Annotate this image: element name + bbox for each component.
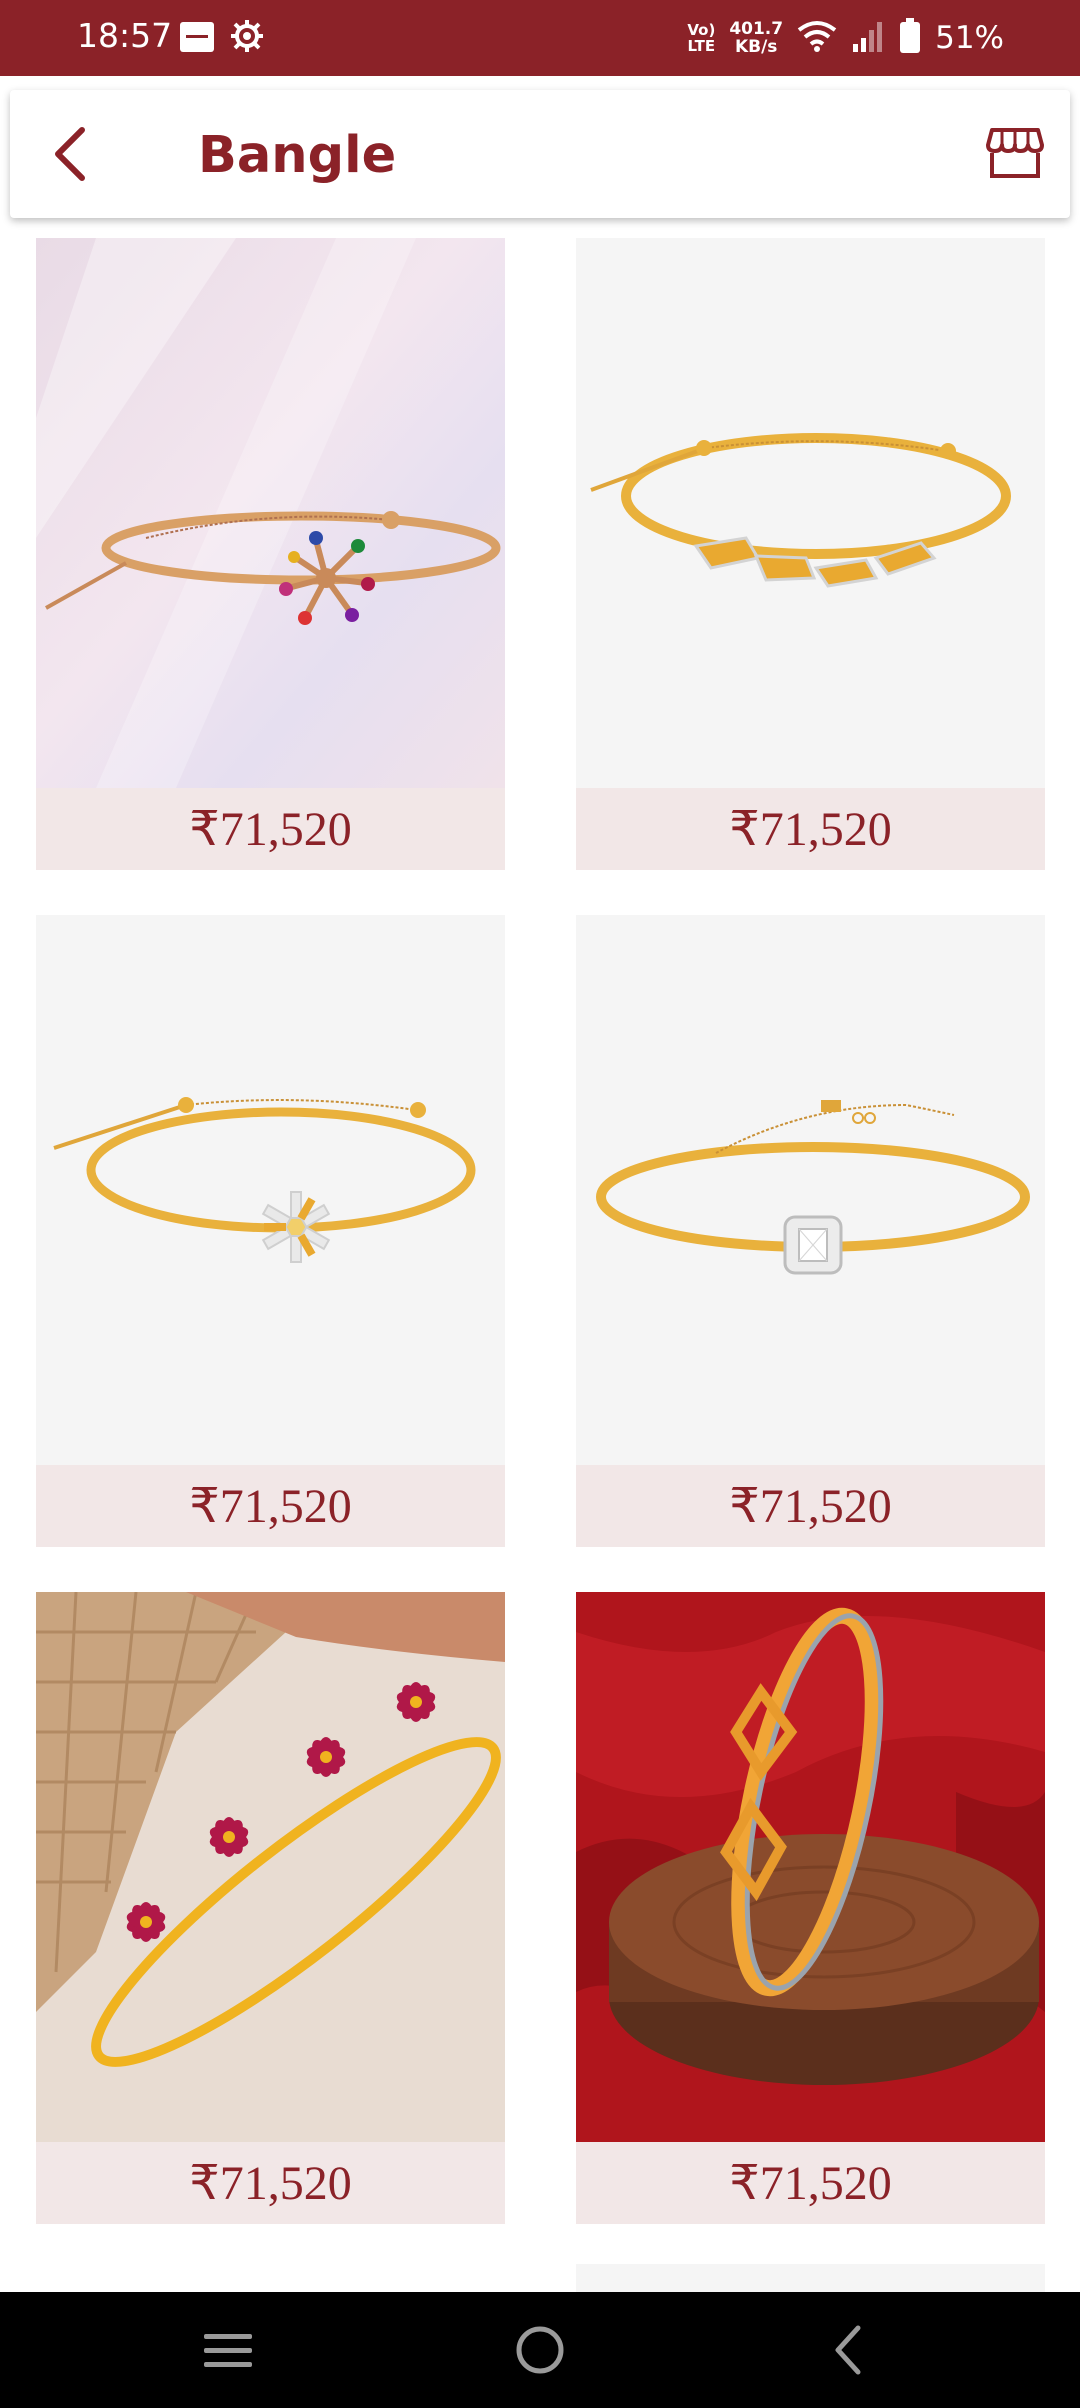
product-price: ₹71,520 [576, 1465, 1045, 1547]
product-card[interactable]: ₹71,520 [36, 915, 505, 1547]
system-nav-bar [0, 2292, 1080, 2408]
back-button[interactable] [40, 124, 100, 184]
product-image [576, 915, 1045, 1465]
product-card[interactable]: ₹71,520 [576, 238, 1045, 870]
product-card[interactable]: ₹71,520 [576, 1592, 1045, 2224]
product-price: ₹71,520 [576, 788, 1045, 870]
product-image [576, 238, 1045, 788]
network-speed-value: 401.7 [729, 19, 784, 39]
volte-bottom-label: LTE [687, 37, 716, 55]
wifi-icon [797, 20, 837, 57]
back-nav-button[interactable] [816, 2320, 880, 2380]
status-icons: Vo) LTE 401.7 KB/s 51% [687, 16, 1004, 60]
product-image [36, 1592, 505, 2142]
store-icon [986, 128, 1044, 178]
product-card[interactable]: ₹71,520 [36, 238, 505, 870]
app-bar: Bangle [10, 90, 1070, 218]
product-image [36, 915, 505, 1465]
product-image [576, 1592, 1045, 2142]
home-button[interactable] [508, 2320, 572, 2380]
volte-top-label: Vo) [687, 21, 716, 39]
product-image [36, 238, 505, 788]
menu-icon [204, 2334, 252, 2367]
product-price: ₹71,520 [36, 2142, 505, 2224]
product-price: ₹71,520 [36, 1465, 505, 1547]
store-button[interactable] [982, 120, 1048, 186]
battery-percentage: 51% [935, 20, 1004, 56]
product-price: ₹71,520 [576, 2142, 1045, 2224]
network-speed-unit: KB/s [734, 37, 778, 57]
product-card[interactable]: ₹71,520 [576, 915, 1045, 1547]
status-bar: 18:57 Vo) LTE 401.7 KB/s 51% [0, 0, 1080, 76]
battery-icon [899, 17, 921, 59]
recents-button[interactable] [196, 2320, 260, 2380]
status-time: 18:57 [77, 16, 173, 55]
settings-notification-icon [229, 18, 265, 54]
volte-indicator: Vo) LTE [687, 22, 715, 54]
signal-icon [851, 20, 885, 57]
product-card-partial[interactable] [576, 2264, 1045, 2292]
product-price: ₹71,520 [36, 788, 505, 870]
page-title: Bangle [198, 126, 397, 185]
chevron-left-icon [55, 127, 85, 181]
network-speed: 401.7 KB/s [729, 20, 783, 56]
back-chevron-icon [835, 2325, 861, 2375]
home-circle-icon [516, 2326, 564, 2374]
zomato-notification-icon [180, 22, 214, 52]
product-card[interactable]: ₹71,520 [36, 1592, 505, 2224]
product-grid: ₹71,520 ₹71,520 ₹71,520 ₹71,520 ₹71,520 … [0, 238, 1080, 2292]
